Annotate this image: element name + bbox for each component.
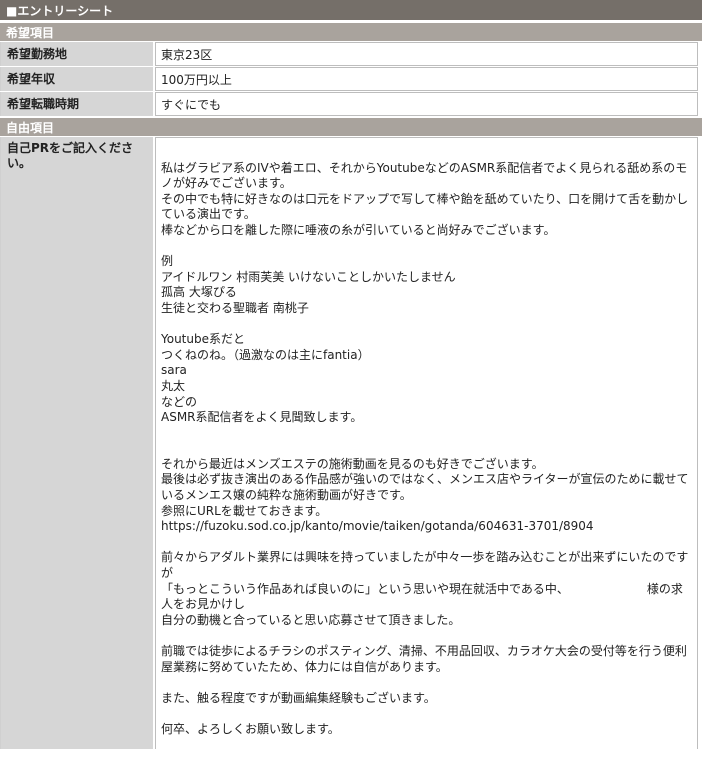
entry-sheet: ■エントリーシート 希望項目 希望勤務地 東京23区 希望年収 100万円以上 …	[0, 0, 702, 750]
field-row-self-pr: 自己PRをご記入ください。 ` 私はグラビア系のIVや着エロ、それからYoutu…	[0, 137, 702, 750]
self-pr-line: sara	[161, 363, 187, 378]
self-pr-line: Youtube系だと	[161, 332, 245, 347]
self-pr-line	[161, 628, 691, 644]
self-pr-line: https://fuzoku.sod.co.jp/kanto/movie/tai…	[161, 519, 594, 534]
field-label-self-pr: 自己PRをご記入ください。	[0, 137, 155, 749]
self-pr-line: 参照にURLを載せておきます。	[161, 503, 328, 518]
self-pr-line: また、触る程度ですが動画編集経験もございます。	[161, 690, 436, 705]
self-pr-line: 例	[161, 254, 174, 269]
field-label-salary: 希望年収	[0, 67, 155, 91]
field-label-timing: 希望転職時期	[0, 92, 155, 116]
self-pr-line: それから最近はメンズエステの施術動画を見るのも好きでございます。	[161, 456, 544, 471]
section-free-items: 自由項目	[0, 117, 702, 137]
field-value-salary: 100万円以上	[155, 67, 698, 91]
self-pr-line: などの	[161, 394, 198, 409]
self-pr-line	[161, 535, 691, 551]
self-pr-line	[161, 239, 691, 255]
self-pr-line: ASMR系配信者をよく見聞致します。	[161, 410, 363, 425]
field-row-location: 希望勤務地 東京23区	[0, 42, 702, 67]
entry-sheet-title: ■エントリーシート	[0, 0, 702, 22]
field-row-timing: 希望転職時期 すぐにでも	[0, 92, 702, 117]
self-pr-line: 孤高 大塚ぴる	[161, 285, 237, 300]
self-pr-line: その中でも特に好きなのは口元をドアップで写して棒や飴を舐めていたり、口を開けて舌…	[161, 191, 689, 222]
self-pr-line: 前々からアダルト業界には興味を持っていましたが中々一歩を踏み込むことが出来ずにい…	[161, 550, 689, 581]
self-pr-text: ` 私はグラビア系のIVや着エロ、それからYoutubeなどのASMR系配信者で…	[155, 137, 698, 749]
self-pr-line: 最後は必ず抜き演出のある作品感が強いのではなく、メンエス店やライターが宣伝のため…	[161, 472, 689, 503]
self-pr-line	[161, 706, 691, 722]
self-pr-line: `	[161, 138, 516, 145]
field-label-location: 希望勤務地	[0, 42, 155, 66]
self-pr-line: 棒などから口を離した際に唾液の糸が引いていると尚好みでございます。	[161, 222, 556, 237]
self-pr-line: アイドルワン 村雨芙美 いけないことしかいたしません	[161, 269, 456, 284]
field-value-timing: すぐにでも	[155, 92, 698, 116]
self-pr-line: 何卒、よろしくお願い致します。	[161, 721, 340, 736]
self-pr-line: 生徒と交わる聖職者 南桃子	[161, 300, 309, 315]
self-pr-line: 丸太	[161, 378, 186, 393]
self-pr-line	[161, 145, 691, 161]
self-pr-line: 「もっとこういう作品あれば良いのに」という思いや現在就活中である中、 様の求人を…	[161, 581, 683, 612]
self-pr-line	[161, 675, 691, 691]
self-pr-line: つくねのね。（過激なのは主にfantia）	[161, 347, 370, 362]
self-pr-line	[161, 441, 691, 457]
self-pr-line	[161, 317, 691, 333]
self-pr-line	[161, 426, 691, 442]
section-desired-items: 希望項目	[0, 22, 702, 42]
field-row-salary: 希望年収 100万円以上	[0, 67, 702, 92]
self-pr-line: 自分の動機と合っていると思い応募させて頂きました。	[161, 612, 461, 627]
field-value-location: 東京23区	[155, 42, 698, 66]
self-pr-line: 前職では徒歩によるチラシのポスティング、清掃、不用品回収、カラオケ大会の受付等を…	[161, 644, 687, 674]
self-pr-line: 私はグラビア系のIVや着エロ、それからYoutubeなどのASMR系配信者でよく…	[161, 160, 688, 191]
